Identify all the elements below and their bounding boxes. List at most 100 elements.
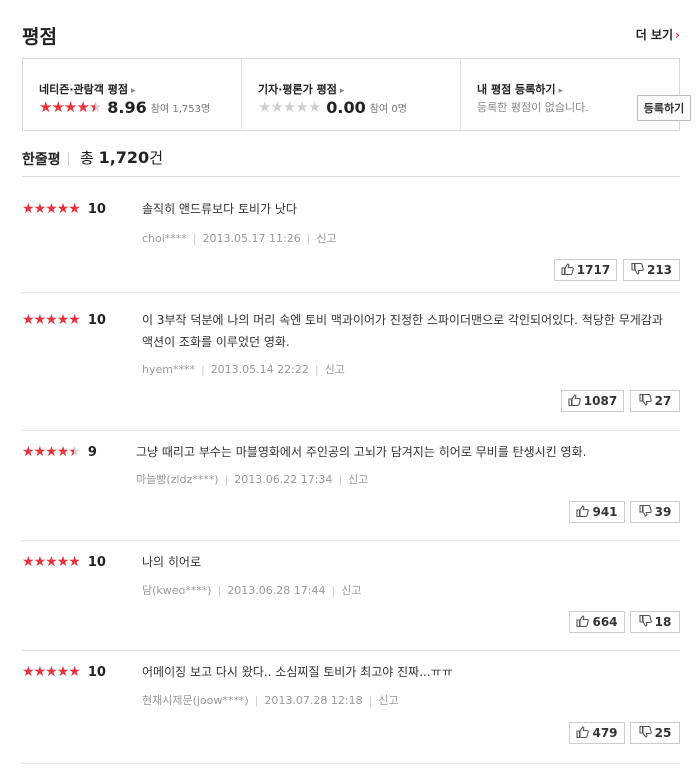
like-count: 664: [592, 615, 618, 629]
star-icon: ★: [68, 201, 81, 217]
review-rating: ★ ★ ★ ★ ★ 10: [22, 201, 106, 218]
star-icon: ★: [68, 554, 81, 570]
star-icon: ★: [56, 312, 70, 328]
divider: |: [306, 232, 311, 245]
dislike-button[interactable]: 39: [630, 501, 680, 523]
star-icon: ★: [33, 444, 47, 460]
like-button[interactable]: 479: [569, 722, 625, 744]
thumbs-up-icon: [576, 725, 592, 741]
dislike-button[interactable]: 27: [630, 390, 680, 412]
review-rating: ★ ★ ★ ★ ★ 10: [22, 554, 106, 571]
thumbs-up-icon: [576, 504, 592, 520]
review-rating: ★ ★ ★ ★ ★ 10: [22, 664, 106, 681]
thumbs-up-icon: [576, 614, 592, 630]
review-user[interactable]: 현재시제문(joow****): [142, 694, 249, 707]
dislike-button[interactable]: 25: [630, 722, 680, 744]
star-icon: ★: [63, 97, 77, 116]
critic-score: 0.00: [326, 97, 366, 117]
star-icon: ★: [68, 664, 81, 680]
star-icon: ★: [56, 201, 70, 217]
review-stars: ★ ★ ★ ★ ★: [22, 444, 81, 460]
review-rating: ★ ★ ★ ★ ★ 10: [22, 312, 106, 329]
netizen-count: 참여 1,753명: [150, 103, 211, 115]
review-total: 총 1,720건: [80, 148, 163, 167]
divider: |: [338, 473, 343, 486]
like-button[interactable]: 941: [569, 501, 625, 523]
netizen-rating: 네티즌·관람객 평점 ▸ ★ ★ ★ ★ ★ 8.96 참여 1,753명: [23, 59, 241, 130]
star-icon: ★: [76, 97, 89, 116]
like-button[interactable]: 1087: [561, 390, 624, 412]
star-icon: ★: [45, 444, 58, 460]
my-rating: 내 평점 등록하기 ▸ 등록한 평점이 없습니다. 등록하기: [460, 59, 691, 130]
star-icon: ★: [22, 664, 35, 680]
like-button[interactable]: 1717: [554, 259, 617, 281]
review-date: 2013.07.28 12:18: [264, 694, 363, 707]
report-link[interactable]: 신고: [348, 473, 368, 486]
dislike-count: 25: [654, 726, 672, 740]
report-link[interactable]: 신고: [316, 232, 336, 245]
divider: [68, 152, 69, 166]
thumbs-down-icon: [639, 504, 655, 520]
dislike-button[interactable]: 213: [623, 259, 680, 281]
my-rating-title[interactable]: 내 평점 등록하기 ▸: [477, 81, 563, 97]
star-icon: ★: [22, 312, 35, 328]
netizen-rating-title[interactable]: 네티즌·관람객 평점 ▸: [39, 81, 136, 97]
review-user[interactable]: hyem****: [142, 363, 195, 376]
star-icon: ★: [33, 554, 47, 570]
review-list-header: 한줄평 총 1,720건: [22, 146, 680, 174]
dislike-count: 18: [654, 615, 672, 629]
more-link[interactable]: 더 보기 ›: [636, 26, 680, 43]
critic-rating: 기자·평론가 평점 ▸ ★ ★ ★ ★ ★ 0.00 참여 0명: [241, 59, 460, 130]
review-text: 그냥 때리고 부수는 마블영화에서 주인공의 고뇌가 담겨지는 히어로 무비를 …: [136, 445, 587, 459]
register-rating-button[interactable]: 등록하기: [637, 95, 691, 121]
star-icon: ★: [22, 444, 35, 460]
review-list-label: 한줄평: [22, 152, 61, 168]
like-button[interactable]: 664: [569, 611, 625, 633]
rating-header: 평점 더 보기 ›: [22, 22, 680, 52]
star-icon: ★: [33, 664, 47, 680]
star-icon: ★: [45, 664, 58, 680]
star-icon: ★: [56, 554, 70, 570]
divider: |: [331, 584, 336, 597]
more-link-label: 더 보기: [635, 28, 674, 42]
report-link[interactable]: 신고: [341, 584, 361, 597]
page-title: 평점: [22, 26, 57, 48]
star-icon: ★: [51, 97, 64, 116]
star-icon: ★: [307, 97, 321, 116]
chevron-right-icon: ›: [675, 28, 680, 42]
review-text: 이 3부작 덕분에 나의 머리 속엔 토비 맥과이어가 진정한 스파이더맨으로 …: [142, 313, 663, 349]
my-rating-empty-text: 등록한 평점이 없습니다.: [477, 101, 589, 114]
thumbs-down-icon: [631, 262, 647, 278]
dislike-button[interactable]: 18: [630, 611, 680, 633]
critic-stars: ★ ★ ★ ★ ★: [258, 97, 321, 116]
divider: |: [368, 694, 373, 707]
star-icon: ★: [68, 444, 81, 460]
review-user[interactable]: 담(kweo****): [142, 584, 212, 597]
review-meta: 마늘빵(zldz****) | 2013.06.22 17:34 | 신고: [136, 471, 368, 487]
critic-rating-title[interactable]: 기자·평론가 평점 ▸: [258, 81, 344, 97]
review-user[interactable]: 마늘빵(zldz****): [136, 473, 219, 486]
review-total-count: 1,720: [98, 148, 150, 167]
like-count: 941: [592, 505, 618, 519]
critic-count: 참여 0명: [369, 103, 407, 115]
report-link[interactable]: 신고: [325, 363, 345, 376]
review-stars: ★ ★ ★ ★ ★: [22, 312, 81, 328]
review-user[interactable]: choi****: [142, 232, 187, 245]
review-rating: ★ ★ ★ ★ ★ 9: [22, 444, 97, 461]
rating-summary: 네티즌·관람객 평점 ▸ ★ ★ ★ ★ ★ 8.96 참여 1,753명 기자·평론가 …: [22, 58, 691, 131]
review-meta: hyem**** | 2013.05.14 22:22 | 신고: [142, 361, 345, 377]
caret-right-icon: ▸: [130, 86, 136, 96]
report-link[interactable]: 신고: [378, 694, 398, 707]
star-icon: ★: [33, 201, 47, 217]
review-score: 10: [87, 202, 106, 217]
thumbs-up-icon: [561, 262, 577, 278]
like-count: 1087: [583, 394, 618, 408]
review-date: 2013.05.14 22:22: [210, 363, 309, 376]
divider: |: [314, 363, 319, 376]
review-date: 2013.05.17 11:26: [202, 232, 301, 245]
star-icon: ★: [56, 664, 70, 680]
divider: |: [192, 232, 197, 245]
review-item: ★ ★ ★ ★ ★ 10 이 3부작 덕분에 나의 머리 속엔 토비 맥과이어가 진정한 스…: [22, 293, 680, 431]
thumbs-up-icon: [568, 393, 584, 409]
review-text: 어메이징 보고 다시 왔다.. 소심찌질 토비가 최고야 진짜...ㅠㅠ: [142, 665, 453, 679]
